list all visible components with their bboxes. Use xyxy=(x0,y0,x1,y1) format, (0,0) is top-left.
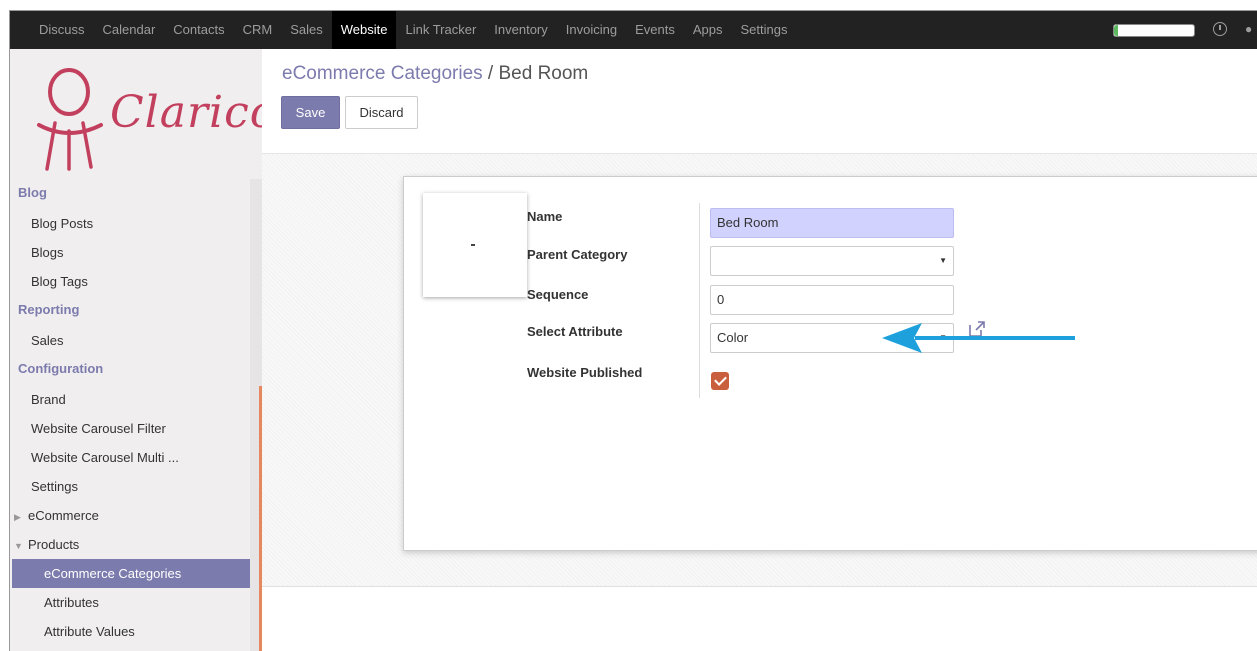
save-button[interactable]: Save xyxy=(281,96,340,129)
form-sheet: Name Parent Category Sequence Select Att… xyxy=(403,176,1257,551)
sidebar-item-attribute-values[interactable]: Attribute Values xyxy=(10,617,262,646)
section-blog: Blog xyxy=(18,185,47,200)
sequence-field[interactable]: 0 xyxy=(710,285,954,315)
caret-right-icon: ▶ xyxy=(14,512,21,522)
breadcrumb-separator: / xyxy=(487,63,494,84)
sequence-label: Sequence xyxy=(527,287,589,302)
name-label: Name xyxy=(527,209,563,224)
website-published-label: Website Published xyxy=(527,365,643,380)
nav-link-tracker[interactable]: Link Tracker xyxy=(396,11,485,49)
breadcrumb-current: Bed Room xyxy=(498,63,589,84)
name-field[interactable]: Bed Room xyxy=(710,208,954,238)
chevron-down-icon: ▼ xyxy=(939,256,947,265)
section-configuration: Configuration xyxy=(18,361,104,376)
breadcrumb: eCommerce Categories / Bed Room xyxy=(282,63,588,85)
logo-chair-icon xyxy=(37,68,103,171)
select-attribute-label: Select Attribute xyxy=(527,324,623,339)
website-published-checkbox[interactable] xyxy=(711,372,729,390)
sidebar-item-ecommerce-categories[interactable]: eCommerce Categories xyxy=(12,559,262,588)
parent-category-select[interactable]: ▼ xyxy=(710,246,954,276)
category-image[interactable] xyxy=(423,193,527,297)
sidebar-item-attributes[interactable]: Attributes xyxy=(10,588,262,617)
field-separator xyxy=(699,203,700,398)
sidebar-item-blog-posts[interactable]: Blog Posts xyxy=(10,209,262,238)
app-frame: Discuss Calendar Contacts CRM Sales Webs… xyxy=(9,10,1257,651)
more-icon[interactable]: ● xyxy=(1245,22,1252,36)
nav-inventory[interactable]: Inventory xyxy=(485,11,556,49)
sidebar-item-label: eCommerce xyxy=(28,508,99,523)
sidebar-item-blog-tags[interactable]: Blog Tags xyxy=(10,267,262,296)
top-navbar: Discuss Calendar Contacts CRM Sales Webs… xyxy=(10,11,1257,49)
sidebar-menu: Blog Blog Posts Blogs Blog Tags Reportin… xyxy=(10,179,262,646)
logo[interactable]: Clarico xyxy=(10,49,276,179)
sidebar-item-label: Products xyxy=(28,537,80,552)
caret-down-icon: ▼ xyxy=(14,541,23,551)
form-background: Name Parent Category Sequence Select Att… xyxy=(262,153,1257,587)
nav-website[interactable]: Website xyxy=(331,11,397,49)
logo-text: Clarico xyxy=(110,87,278,138)
sidebar-item-products[interactable]: ▼ Products xyxy=(10,530,262,559)
sidebar-item-carousel-filter[interactable]: Website Carousel Filter xyxy=(10,414,262,443)
breadcrumb-parent[interactable]: eCommerce Categories xyxy=(282,63,483,84)
nav-crm[interactable]: CRM xyxy=(234,11,282,49)
nav-contacts[interactable]: Contacts xyxy=(164,11,233,49)
section-reporting: Reporting xyxy=(18,302,80,317)
nav-discuss[interactable]: Discuss xyxy=(30,11,94,49)
sidebar-item-blogs[interactable]: Blogs xyxy=(10,238,262,267)
parent-category-label: Parent Category xyxy=(527,247,628,262)
nav-calendar[interactable]: Calendar xyxy=(94,11,165,49)
sidebar-item-ecommerce[interactable]: ▶ eCommerce xyxy=(10,501,262,530)
clock-icon[interactable] xyxy=(1213,22,1227,36)
sidebar: Clarico Blog Blog Posts Blogs Blog Tags … xyxy=(10,49,276,651)
nav-settings[interactable]: Settings xyxy=(731,11,796,49)
sidebar-item-sales[interactable]: Sales xyxy=(10,326,262,355)
nav-events[interactable]: Events xyxy=(626,11,684,49)
sidebar-item-brand[interactable]: Brand xyxy=(10,385,262,414)
progress-bar xyxy=(1113,24,1195,37)
arrow-annotation-icon xyxy=(882,323,1075,353)
sidebar-scrollbar[interactable] xyxy=(250,179,262,651)
progress-fill xyxy=(1114,25,1118,36)
discard-button[interactable]: Discard xyxy=(345,96,418,129)
nav-invoicing[interactable]: Invoicing xyxy=(557,11,626,49)
sidebar-item-carousel-multi[interactable]: Website Carousel Multi ... xyxy=(10,443,262,472)
image-placeholder xyxy=(471,244,475,246)
nav-sales[interactable]: Sales xyxy=(281,11,332,49)
main-content: eCommerce Categories / Bed Room Save Dis… xyxy=(262,49,1257,651)
select-attribute-value: Color xyxy=(717,330,749,345)
nav-apps[interactable]: Apps xyxy=(684,11,732,49)
sidebar-item-settings[interactable]: Settings xyxy=(10,472,262,501)
